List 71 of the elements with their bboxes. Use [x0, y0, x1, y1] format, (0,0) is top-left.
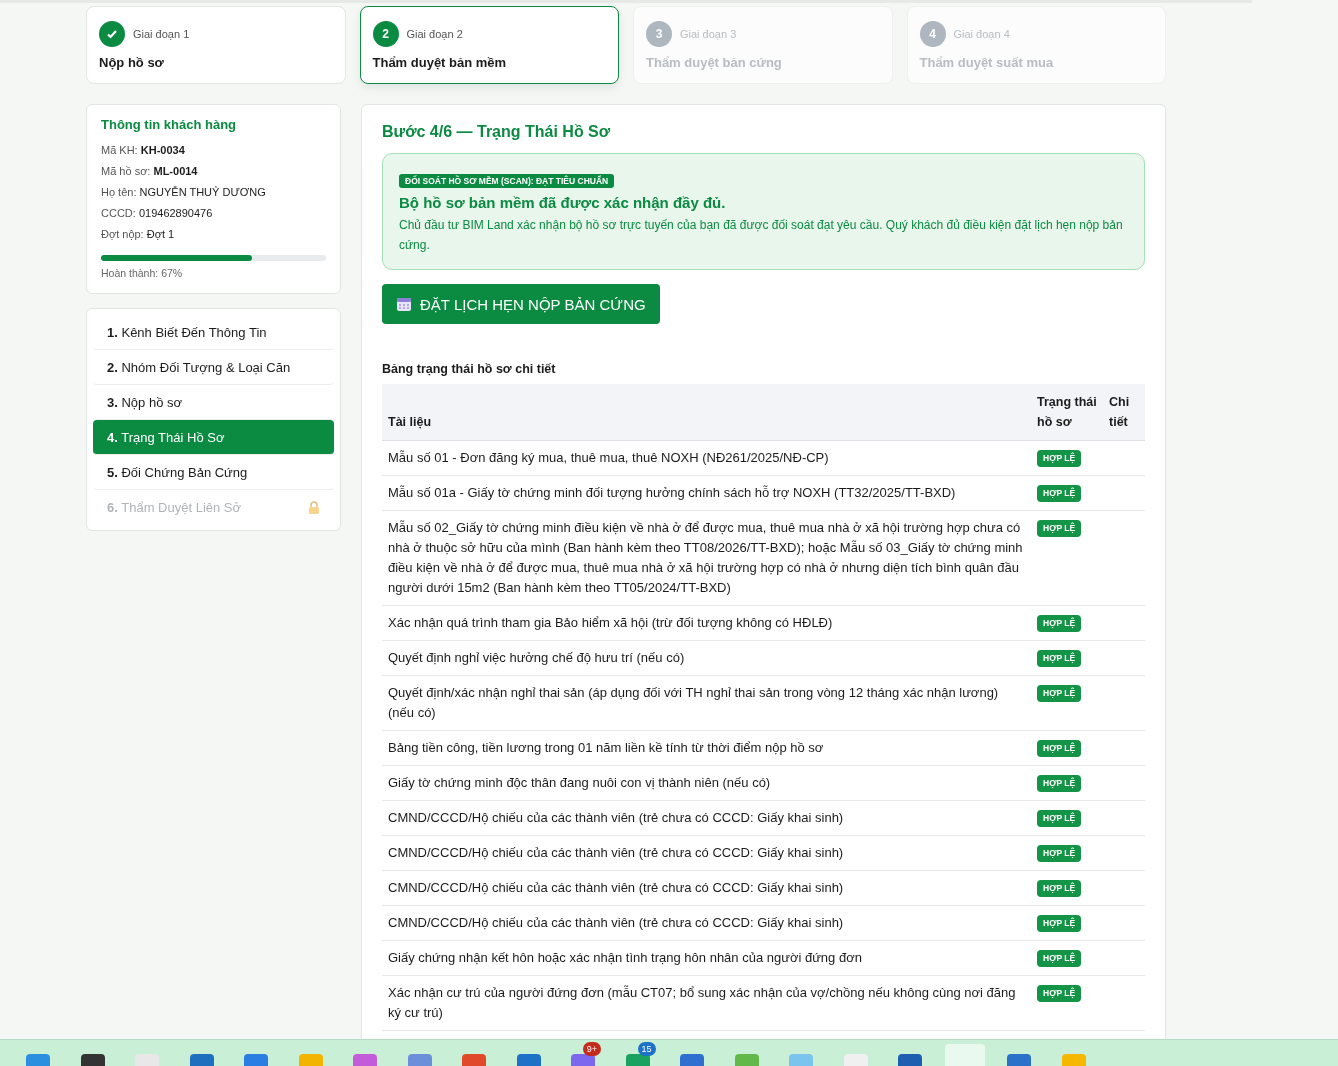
column-header: Chi tiết — [1103, 384, 1145, 441]
stage-number: 3 — [646, 21, 672, 47]
step-label: 4. Trạng Thái Hồ Sơ — [107, 429, 225, 445]
status-badge: HỢP LỆ — [1037, 915, 1082, 932]
customer-field: Họ tên: NGUYỄN THUỶ DƯƠNG — [101, 182, 326, 203]
step-heading: Bước 4/6 — Trạng Thái Hồ Sơ — [382, 123, 612, 141]
notice-text: Chủ đầu tư BIM Land xác nhận bộ hồ sơ trực tuyến của bạn đã được đối soát đạt yêu cầu. Quý khách đủ điều kiện đặt lịch hẹn nộp bản cứng. — [399, 217, 1124, 254]
status-badge: HỢP LỆ — [1037, 450, 1082, 467]
stage-caption: Giai đoạn 3 — [680, 28, 737, 40]
status-badge: HỢP LỆ — [1037, 520, 1082, 537]
stage-card[interactable]: 2 Giai đoạn 2 Thẩm duyệt bản mềm — [359, 6, 619, 84]
column-header: Tài liệu — [382, 384, 1031, 441]
status-badge: HỢP LỆ — [1037, 615, 1082, 632]
step-label: 2. Nhóm Đối Tượng & Loại Căn — [107, 359, 291, 375]
step-item[interactable]: 4. Trạng Thái Hồ Sơ — [93, 420, 334, 455]
notification-badge: 15 — [637, 1042, 656, 1056]
document-cell: CMND/CCCD/Hộ chiếu của các thành viên (trẻ chưa có CCCD: Giấy khai sinh) — [382, 870, 1031, 906]
card-title: Thông tin khách hàng — [101, 117, 238, 132]
document-cell: CMND/CCCD/Hộ chiếu của các thành viên (trẻ chưa có CCCD: Giấy khai sinh) — [382, 800, 1031, 836]
notification-badge: 9+ — [583, 1042, 601, 1056]
document-cell: Quyết định nghỉ việc hưởng chế độ hưu trí (nếu có) — [382, 640, 1031, 676]
customer-field: Mã hồ sơ: ML-0014 — [101, 161, 326, 182]
document-cell: Bảng tiền công, tiền lương trong 01 năm liền kề tính từ thời điểm nộp hồ sơ — [382, 730, 1031, 766]
step-item[interactable]: 2. Nhóm Đối Tượng & Loại Căn — [93, 350, 334, 385]
step-item[interactable]: 1. Kênh Biết Đến Thông Tin — [93, 315, 334, 350]
document-cell: Xác nhận quá trình tham gia Bảo hiểm xã hội (trừ đối tượng không có HĐLĐ) — [382, 605, 1031, 641]
document-cell: Quyết định/xác nhận nghỉ thai sản (áp dụng đối với TH nghỉ thai sản trong vòng 12 tháng xác nhận lương) (nếu có) — [382, 675, 1031, 731]
document-cell: Giấy chứng nhận kết hôn hoặc xác nhận tình trạng hôn nhân của người đứng đơn — [382, 940, 1031, 976]
step-item[interactable]: 5. Đối Chứng Bản Cứng — [93, 455, 334, 490]
step-label: 5. Đối Chứng Bản Cứng — [107, 464, 248, 480]
document-cell: Mẫu số 01a - Giấy tờ chứng minh đối tượng hưởng chính sách hỗ trợ NOXH (TT32/2025/TT-BXD) — [382, 475, 1031, 511]
document-cell: Mẫu số 02_Giấy tờ chứng minh điều kiện về nhà ở để được mua, thuê mua nhà ở xã hội trường hợp chưa có nhà ở thuộc sở hữu của mình (Ban hành kèm theo TT08/2026/TT-BXD); hoặc Mẫu số 03_Giấy tờ chứng minh điều kiện về nhà ở để được mua, thuê mua nhà ở xã hội trường hợp có nhà ở nhưng diện tích bình quân đầu người dưới 15m2 (Ban hành kèm theo TT05/2024/TT-BXD) — [382, 510, 1031, 606]
stage-caption: Giai đoạn 2 — [406, 28, 463, 40]
status-badge: HỢP LỆ — [1037, 810, 1082, 827]
step-label: 3. Nộp hồ sơ — [107, 394, 183, 410]
stage-title: Thẩm duyệt bản mềm — [372, 55, 508, 70]
customer-field: Mã KH: KH-0034 — [101, 140, 326, 161]
stage-caption: Giai đoạn 4 — [953, 28, 1010, 40]
status-badge: ĐỐI SOÁT HỒ SƠ MỀM (SCAN): ĐẠT TIÊU CHUẨN — [399, 174, 615, 188]
customer-field: CCCD: 019462890476 — [101, 203, 326, 224]
progress-caption: Hoàn thành: 67% — [101, 267, 184, 279]
status-badge: HỢP LỆ — [1037, 845, 1082, 862]
status-badge: HỢP LỆ — [1037, 950, 1082, 967]
document-cell: Mẫu số 01 - Đơn đăng ký mua, thuê mua, thuê NOXH (NĐ261/2025/NĐ-CP) — [382, 440, 1031, 476]
step-label: 1. Kênh Biết Đến Thông Tin — [107, 324, 267, 340]
customer-field: Đợt nộp: Đợt 1 — [101, 224, 326, 245]
document-cell: CMND/CCCD/Hộ chiếu của các thành viên (trẻ chưa có CCCD: Giấy khai sinh) — [382, 835, 1031, 871]
status-badge: HỢP LỆ — [1037, 650, 1082, 667]
status-badge: HỢP LỆ — [1037, 880, 1082, 897]
stage-title: Thẩm duyệt suất mua — [919, 55, 1055, 70]
document-cell: Xác nhận cư trú của người đứng đơn (mẫu CT07; bổ sung xác nhận của vợ/chồng nếu không cùng nơi đăng ký cư trú) — [382, 975, 1031, 1031]
table-title: Bảng trạng thái hồ sơ chi tiết — [382, 362, 557, 376]
stage-caption: Giai đoạn 1 — [133, 28, 190, 40]
status-badge: HỢP LỆ — [1037, 685, 1082, 702]
notice-heading: Bộ hồ sơ bản mềm đã được xác nhận đầy đủ. — [399, 194, 727, 211]
column-header: Trạng thái hồ sơ — [1031, 384, 1103, 441]
status-badge: HỢP LỆ — [1037, 740, 1082, 757]
stage-title: Thẩm duyệt bản cứng — [646, 55, 783, 70]
step-label: 6. Thẩm Duyệt Liên Sở — [107, 499, 242, 515]
schedule-button[interactable]: ĐẶT LỊCH HẸN NỘP BẢN CỨNG — [382, 284, 660, 324]
document-cell: CMND/CCCD/Hộ chiếu của các thành viên (trẻ chưa có CCCD: Giấy khai sinh) — [382, 905, 1031, 941]
document-cell: Giấy tờ chứng minh độc thân đang nuôi con vị thành niên (nếu có) — [382, 765, 1031, 801]
status-badge: HỢP LỆ — [1037, 775, 1082, 792]
stage-number: 4 — [919, 21, 946, 47]
status-badge: HỢP LỆ — [1037, 985, 1082, 1002]
stage-title: Nộp hồ sơ — [99, 55, 165, 70]
lock-icon — [308, 500, 320, 514]
calendar-icon — [396, 296, 412, 312]
stage-number: 2 — [372, 21, 399, 47]
status-badge: HỢP LỆ — [1037, 485, 1082, 502]
stage-card[interactable]: Giai đoạn 1 Nộp hồ sơ — [86, 6, 346, 84]
